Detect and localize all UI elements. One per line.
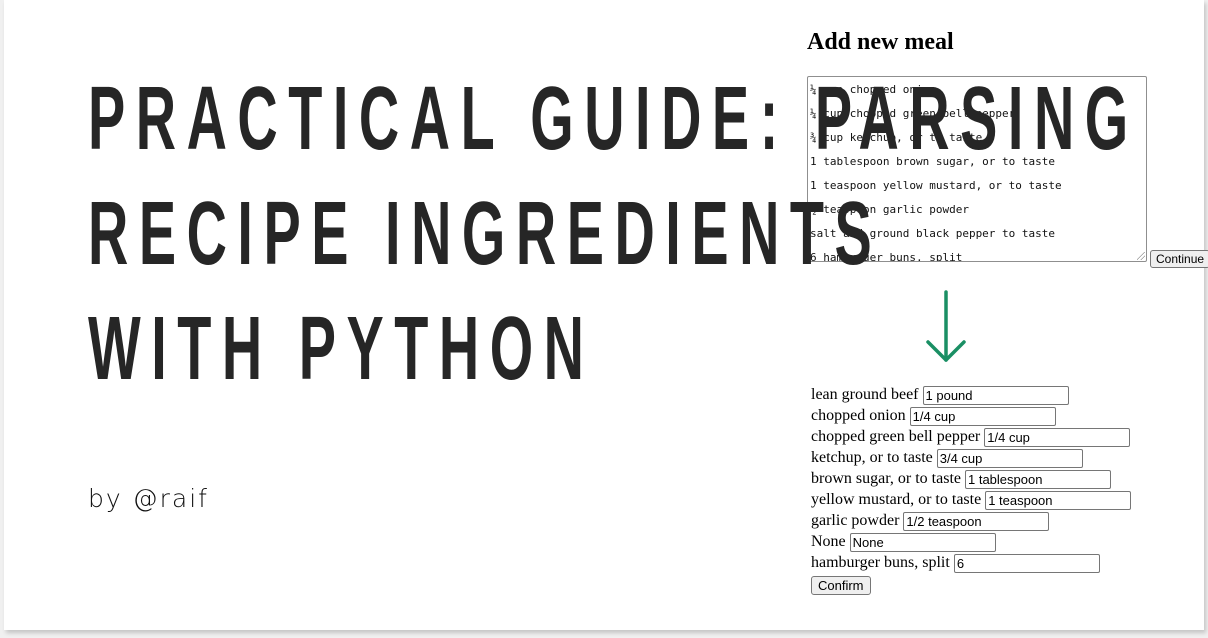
- slide-card: Add new meal ¼ cup chopped onion ¼ cup c…: [4, 0, 1208, 630]
- ingredient-row: yellow mustard, or to taste: [811, 490, 1132, 511]
- quantity-input[interactable]: [984, 427, 1131, 447]
- quantity-input[interactable]: [985, 490, 1132, 510]
- quantity-input[interactable]: [953, 553, 1100, 573]
- title-line: with python: [88, 299, 595, 399]
- ingredient-name: chopped onion: [811, 407, 906, 424]
- ingredient-name: None: [811, 533, 846, 550]
- form-heading: Add new meal: [807, 29, 954, 55]
- ingredient-name: yellow mustard, or to taste: [811, 491, 982, 508]
- ingredient-name: garlic powder: [811, 512, 900, 529]
- confirm-button[interactable]: Confirm: [811, 576, 871, 595]
- quantity-input[interactable]: [903, 511, 1050, 531]
- ingredient-row: chopped green bell pepper: [811, 427, 1131, 448]
- ingredient-name: ketchup, or to taste: [811, 449, 933, 466]
- ingredient-row: None: [811, 532, 1131, 553]
- ingredient-row: hamburger buns, split: [811, 553, 1131, 574]
- title-line: Practical guide: parsing: [88, 69, 1139, 169]
- slide-title: Practical guide: parsing recipe ingredie…: [88, 62, 1139, 407]
- ingredient-name: brown sugar, or to taste: [811, 470, 961, 487]
- parsed-ingredients-list: lean ground beef chopped onion chopped g…: [811, 385, 1132, 595]
- quantity-input[interactable]: [849, 532, 996, 552]
- author-byline: by @raif: [88, 484, 209, 513]
- ingredient-name: hamburger buns, split: [811, 554, 950, 571]
- ingredient-row: brown sugar, or to taste: [811, 469, 1131, 490]
- quantity-input[interactable]: [909, 406, 1056, 426]
- ingredient-row: garlic powder: [811, 511, 1131, 532]
- continue-button[interactable]: Continue: [1150, 250, 1208, 268]
- title-line: recipe ingredients: [88, 184, 883, 284]
- ingredient-row: ketchup, or to taste: [811, 448, 1131, 469]
- quantity-input[interactable]: [936, 448, 1083, 468]
- ingredient-row: chopped onion: [811, 406, 1131, 427]
- ingredient-name: chopped green bell pepper: [811, 428, 981, 445]
- quantity-input[interactable]: [965, 469, 1111, 489]
